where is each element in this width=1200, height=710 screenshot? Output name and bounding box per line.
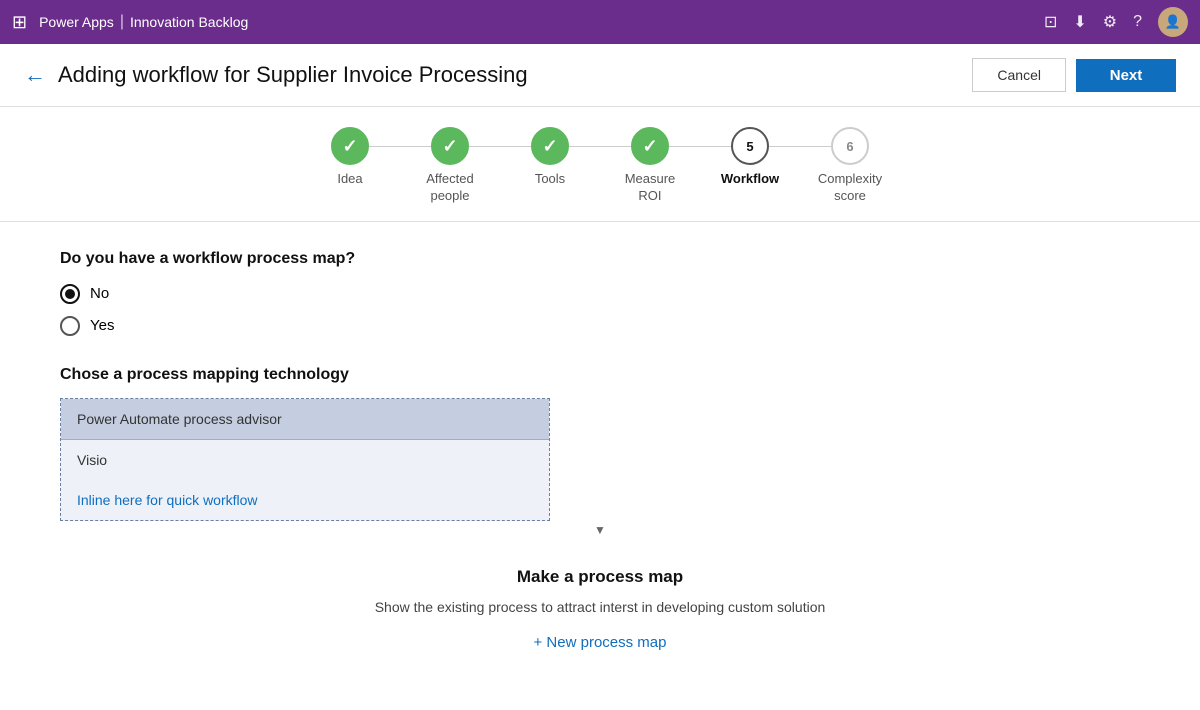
workflow-radio-group: No Yes [60,284,1140,336]
step-circle-tools: ✓ [531,127,569,165]
dropdown-selected-item[interactable]: Power Automate process advisor [61,399,549,440]
step-label-workflow: Workflow [721,171,779,188]
help-icon[interactable]: ? [1133,13,1142,31]
step-circle-idea: ✓ [331,127,369,165]
workflow-question: Do you have a workflow process map? [60,250,1140,268]
topbar-separator: | [120,13,124,31]
grid-icon[interactable]: ⊞ [12,12,27,33]
radio-yes-label: Yes [90,317,114,334]
main-content: Do you have a workflow process map? No Y… [0,222,1200,679]
process-mapping-title: Chose a process mapping technology [60,366,1140,384]
topbar-right: ⊡ ⬇ ⚙ ? 👤 [1044,7,1188,37]
process-map-section: Make a process map Show the existing pro… [60,567,1140,651]
dropdown-item-visio[interactable]: Visio [61,440,549,480]
step-circle-roi: ✓ [631,127,669,165]
avatar[interactable]: 👤 [1158,7,1188,37]
radio-circle-yes [60,316,80,336]
checkmark-icon-2: ✓ [442,136,457,157]
step-label-roi: MeasureROI [625,171,676,205]
step-label-complexity: Complexityscore [818,171,882,205]
next-button[interactable]: Next [1076,59,1176,92]
radio-dot-no [65,289,75,299]
process-map-description: Show the existing process to attract int… [60,597,1140,618]
step-circle-workflow: 5 [731,127,769,165]
step-label-affected: Affectedpeople [426,171,473,205]
step-circle-complexity: 6 [831,127,869,165]
step-complexity: 6 Complexityscore [800,127,900,205]
stepper: ✓ Idea ✓ Affectedpeople ✓ Tools ✓ Measur… [0,107,1200,222]
step-circle-affected: ✓ [431,127,469,165]
step-measure-roi: ✓ MeasureROI [600,127,700,205]
section-name: Innovation Backlog [130,14,248,30]
cancel-button[interactable]: Cancel [972,58,1066,92]
step-affected-people: ✓ Affectedpeople [400,127,500,205]
radio-no-label: No [90,285,109,302]
dropdown-arrow-icon: ▼ [60,523,1140,537]
app-name: Power Apps [39,14,114,30]
header: ← Adding workflow for Supplier Invoice P… [0,44,1200,107]
settings-icon[interactable]: ⚙ [1103,12,1117,32]
checkmark-icon: ✓ [342,136,357,157]
page-title: Adding workflow for Supplier Invoice Pro… [58,62,972,88]
radio-circle-no [60,284,80,304]
back-button[interactable]: ← [24,62,46,88]
download-icon[interactable]: ⬇ [1073,12,1086,32]
step-label-idea: Idea [337,171,362,188]
new-process-map-link[interactable]: + New process map [60,634,1140,651]
step-idea: ✓ Idea [300,127,400,188]
checkmark-icon-4: ✓ [642,136,657,157]
step-workflow: 5 Workflow [700,127,800,188]
monitor-icon[interactable]: ⊡ [1044,12,1057,32]
process-mapping-dropdown[interactable]: Power Automate process advisor Visio Inl… [60,398,550,521]
step-tools: ✓ Tools [500,127,600,188]
radio-yes[interactable]: Yes [60,316,1140,336]
topbar: ⊞ Power Apps | Innovation Backlog ⊡ ⬇ ⚙ … [0,0,1200,44]
checkmark-icon-3: ✓ [542,136,557,157]
radio-no[interactable]: No [60,284,1140,304]
dropdown-item-inline[interactable]: Inline here for quick workflow [61,480,549,520]
process-map-title: Make a process map [60,567,1140,587]
step-label-tools: Tools [535,171,565,188]
